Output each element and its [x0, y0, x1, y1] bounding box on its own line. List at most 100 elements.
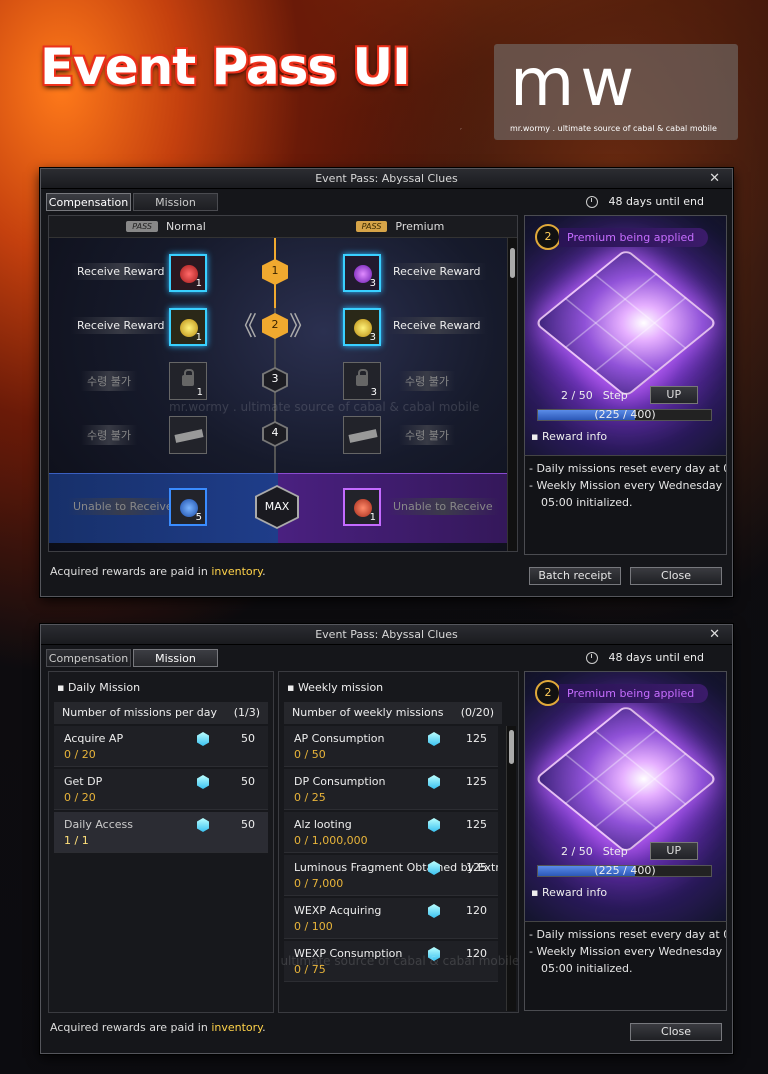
close-icon[interactable]: ✕ [709, 625, 720, 645]
close-button[interactable]: Close [630, 567, 722, 585]
normal-reward-item-locked: 1 [169, 362, 207, 400]
tab-bar: Compensation Mission [46, 193, 218, 211]
footer-text: Acquired rewards are paid in [50, 1021, 212, 1034]
tab-mission[interactable]: Mission [133, 649, 218, 667]
timer-text: 48 days until end [608, 651, 704, 664]
normal-reward-action[interactable]: Receive Reward [71, 263, 171, 280]
weapon-icon [348, 429, 378, 443]
normal-reward-action-disabled: 수령 불가 [81, 371, 137, 391]
watermark-text: mr.wormy . ultimate source of cabal & ca… [169, 400, 480, 414]
weekly-scrollbar[interactable] [506, 726, 516, 1011]
reward-info-label: Reward info [541, 430, 608, 443]
up-button[interactable]: UP [649, 842, 698, 860]
item-quantity: 3 [369, 332, 376, 343]
reward-info-text: - Daily missions reset every day at 05 -… [524, 921, 727, 1011]
item-quantity: 1 [195, 332, 202, 343]
mission-row: Acquire AP 0 / 20 50 [54, 726, 268, 767]
normal-reward-action[interactable]: Receive Reward [71, 317, 171, 334]
pass-scrollbar[interactable] [507, 238, 517, 551]
mission-name: Alz looting [294, 818, 352, 831]
banner-title: Event Pass UI [40, 38, 411, 96]
weekly-count-value: (0/20) [460, 706, 494, 719]
item-quantity: 3 [369, 278, 376, 289]
scrollbar-thumb[interactable] [510, 248, 515, 278]
up-button[interactable]: UP [649, 386, 698, 404]
premium-pass-header: PASS Premium [283, 216, 517, 237]
mission-points: 125 [466, 818, 487, 831]
daily-mission-title: ▪ Daily Mission [57, 681, 141, 694]
premium-reward-item[interactable]: 3 [343, 254, 381, 292]
mission-progress: 0 / 7,000 [294, 877, 344, 890]
mission-name: WEXP Acquiring [294, 904, 382, 917]
mission-points: 125 [466, 775, 487, 788]
cube-image [533, 248, 719, 398]
footer-period: . [262, 1021, 266, 1034]
max-label: MAX [264, 500, 290, 513]
inventory-link[interactable]: inventory [211, 1021, 262, 1034]
window-titlebar: Event Pass: Abyssal Clues ✕ [41, 169, 732, 189]
premium-badge: 2 Premium being applied [535, 680, 709, 706]
mission-progress: 0 / 75 [294, 963, 326, 976]
daily-mission-panel: ▪ Daily Mission Number of missions per d… [48, 671, 274, 1013]
tab-mission[interactable]: Mission [133, 193, 218, 211]
level-node: 3 [262, 367, 288, 393]
tab-compensation[interactable]: Compensation [46, 649, 131, 667]
chevron-right-icon: 》 [289, 312, 316, 342]
footer-note: Acquired rewards are paid in inventory. [50, 1021, 266, 1034]
level-node-current: 2 [262, 313, 288, 339]
mission-name: AP Consumption [294, 732, 385, 745]
close-icon[interactable]: ✕ [709, 169, 720, 189]
step-label: Step [602, 388, 628, 402]
tab-compensation[interactable]: Compensation [46, 193, 131, 211]
footer-period: . [262, 565, 266, 578]
premium-reward-item[interactable]: 3 [343, 308, 381, 346]
normal-reward-item-weapon [169, 416, 207, 454]
mission-points: 50 [241, 732, 255, 745]
normal-reward-item[interactable]: 1 [169, 254, 207, 292]
batch-receipt-button[interactable]: Batch receipt [529, 567, 621, 585]
mission-name: Acquire AP [64, 732, 124, 745]
premium-max-action: Unable to Receive [387, 498, 499, 515]
crystal-icon [428, 775, 440, 789]
reward-info-title: ▪ Reward info [531, 430, 608, 443]
premium-reward-action[interactable]: Receive Reward [387, 317, 487, 334]
premium-reward-action[interactable]: Receive Reward [387, 263, 487, 280]
daily-count-value: (1/3) [233, 706, 260, 719]
item-quantity: 1 [369, 512, 376, 523]
mission-progress: 0 / 1,000,000 [294, 834, 368, 847]
cube-image [533, 704, 719, 854]
crystal-icon [428, 818, 440, 832]
window-title: Event Pass: Abyssal Clues [315, 172, 458, 185]
item-quantity: 1 [195, 278, 202, 289]
mission-points: 120 [466, 904, 487, 917]
mission-row: WEXP Acquiring 0 / 100 120 [284, 898, 498, 939]
close-button[interactable]: Close [630, 1023, 722, 1041]
weekly-count-label: Number of weekly missions [292, 706, 444, 719]
crystal-icon [428, 904, 440, 918]
exp-text: (225 / 400) [594, 408, 656, 421]
daily-title-text: Daily Mission [67, 681, 141, 694]
normal-reward-item[interactable]: 1 [169, 308, 207, 346]
step-label: Step [602, 844, 628, 858]
scrollbar-thumb[interactable] [509, 730, 514, 764]
step-row: 2 / 50 Step UP [561, 842, 698, 860]
reward-info-label: Reward info [541, 886, 608, 899]
level-node: 1 [262, 259, 288, 285]
weekly-mission-count: Number of weekly missions (0/20) [284, 702, 502, 724]
pass-track: Receive Reward 1 1 3 Receive Reward Rece… [49, 238, 507, 551]
daily-mission-count: Number of missions per day (1/3) [54, 702, 268, 724]
timer: 48 days until end [586, 195, 704, 208]
mission-points: 125 [466, 732, 487, 745]
mission-points: 50 [241, 818, 255, 831]
mission-name: WEXP Consumption [294, 947, 403, 960]
lock-icon [356, 369, 368, 386]
inventory-link[interactable]: inventory [211, 565, 262, 578]
clock-icon [586, 651, 599, 664]
footer-text: Acquired rewards are paid in [50, 565, 212, 578]
mission-name: Daily Access [64, 818, 133, 831]
mission-row: Get DP 0 / 20 50 [54, 769, 268, 810]
mission-name: Get DP [64, 775, 103, 788]
level-number: 3 [271, 372, 279, 385]
mission-name: DP Consumption [294, 775, 386, 788]
mission-row: WEXP Consumption 0 / 75 120 [284, 941, 498, 982]
